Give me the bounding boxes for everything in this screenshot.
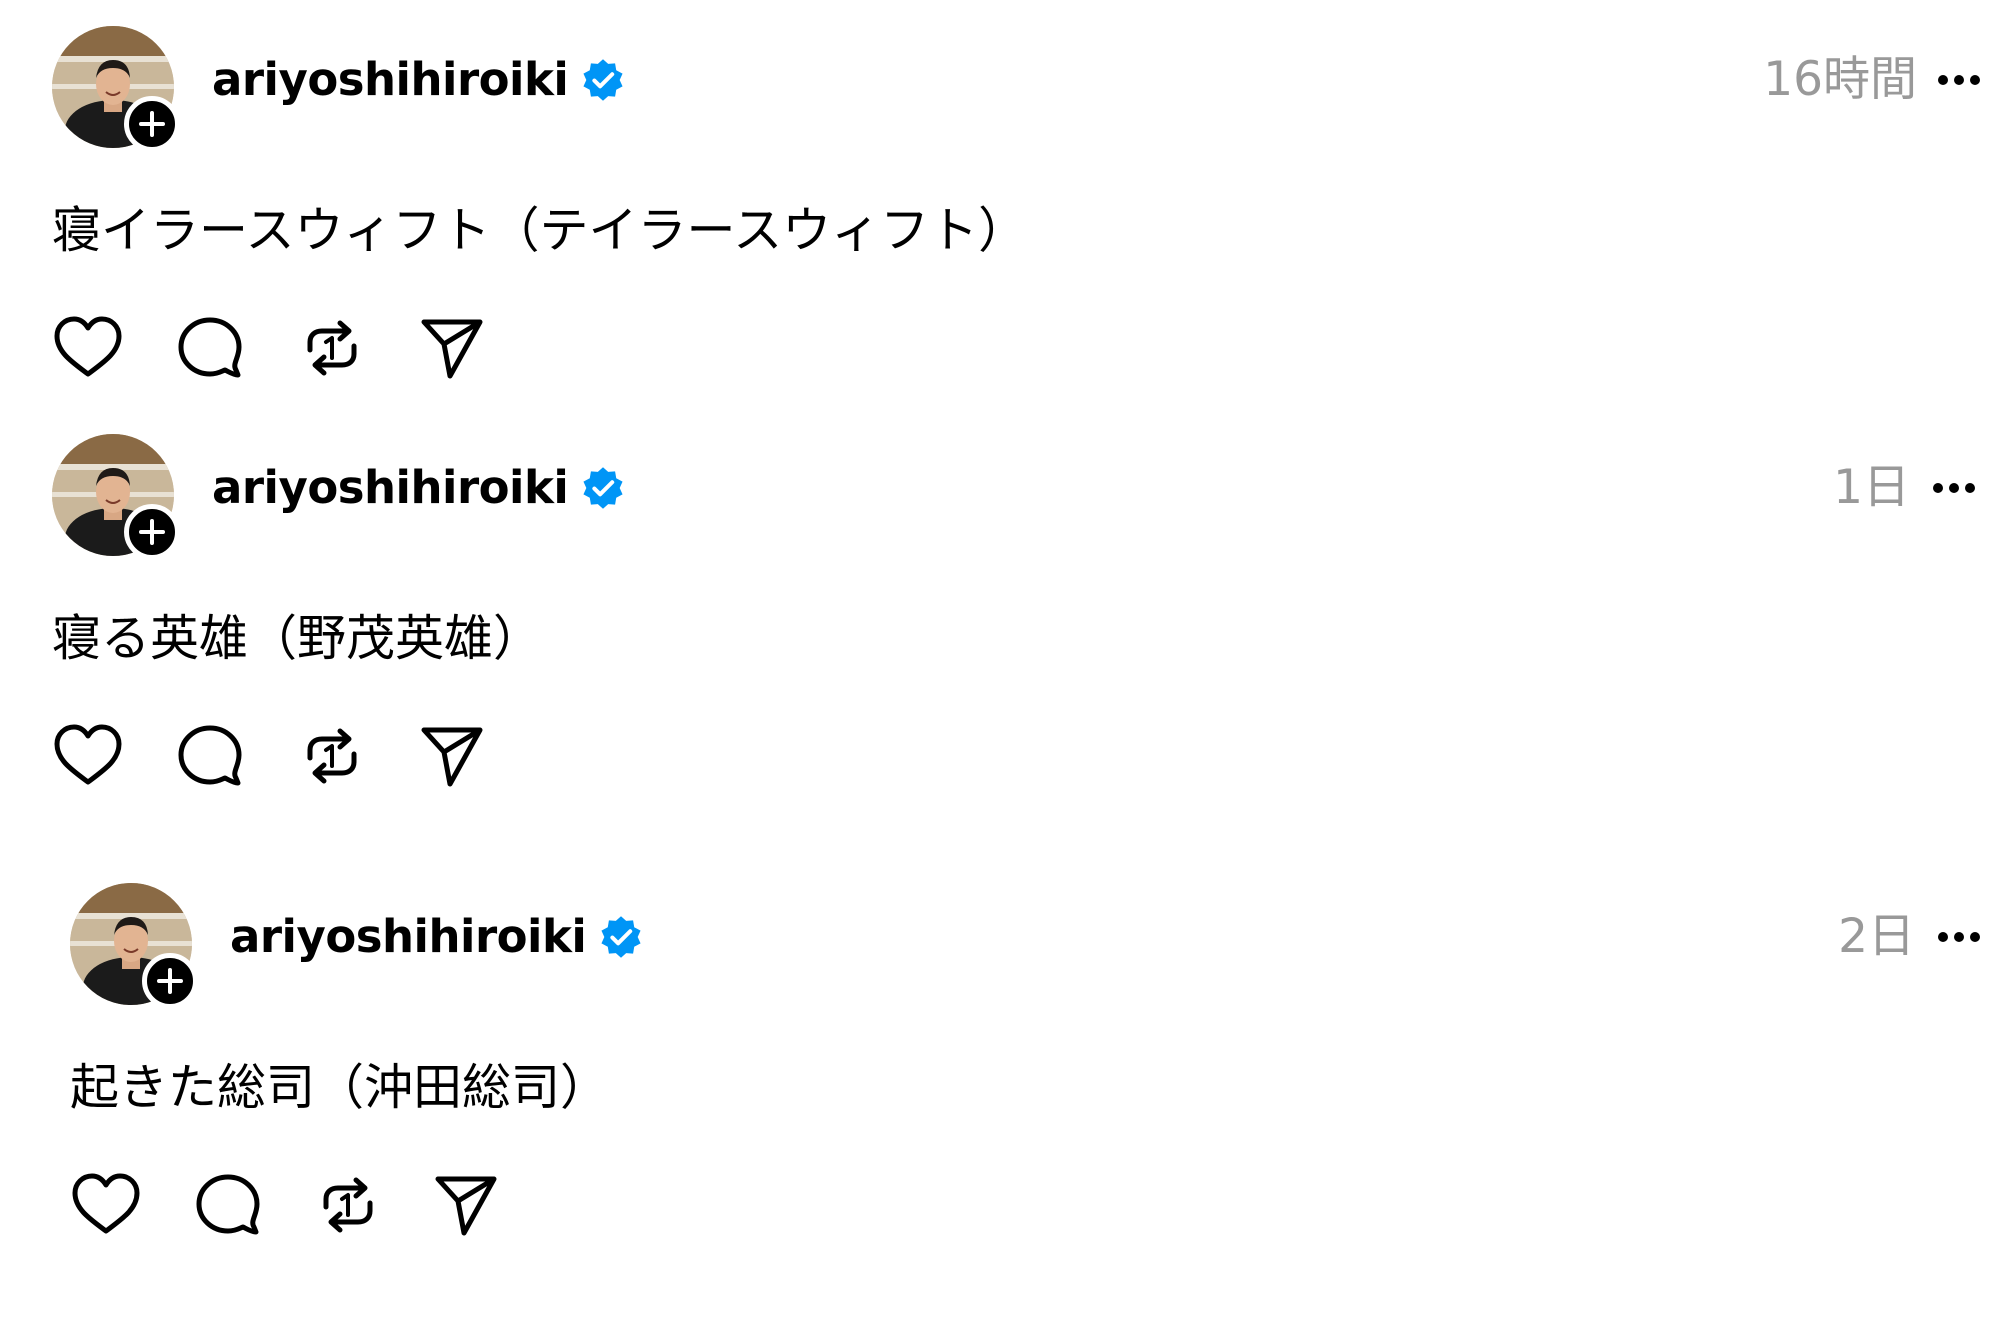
repost-icon (307, 320, 357, 376)
reply-button[interactable] (188, 1165, 268, 1245)
heart-icon (54, 316, 122, 377)
share-button[interactable] (412, 308, 492, 388)
reply-button[interactable] (170, 716, 250, 796)
send-icon (435, 1176, 497, 1236)
follow-button[interactable] (142, 953, 198, 1009)
comment-bubble-icon (178, 725, 242, 786)
share-button[interactable] (426, 1165, 506, 1245)
action-bar (52, 716, 552, 796)
timestamp: 1日 (1833, 460, 1910, 515)
like-button[interactable] (48, 716, 128, 796)
plus-icon (139, 111, 165, 137)
repost-button[interactable] (308, 1165, 388, 1245)
plus-icon (157, 968, 183, 994)
follow-button[interactable] (124, 96, 180, 152)
more-options-icon[interactable] (1929, 478, 1979, 498)
action-bar (70, 1165, 570, 1245)
post-text: 寝る英雄（野茂英雄） (52, 610, 543, 667)
follow-button[interactable] (124, 504, 180, 560)
username[interactable]: ariyoshihiroiki (212, 458, 569, 518)
more-options-icon[interactable] (1934, 927, 1984, 947)
verified-badge-icon (583, 59, 623, 101)
post-text: 起きた総司（沖田総司） (70, 1059, 610, 1116)
comment-bubble-icon (178, 317, 242, 378)
username[interactable]: ariyoshihiroiki (212, 50, 569, 110)
heart-icon (72, 1173, 140, 1234)
send-icon (421, 319, 483, 379)
comment-bubble-icon (196, 1174, 260, 1235)
timestamp: 16時間 (1763, 52, 1917, 107)
verified-badge-icon (583, 467, 623, 509)
verified-badge-icon (601, 916, 641, 958)
like-button[interactable] (48, 308, 128, 388)
plus-icon (139, 519, 165, 545)
action-bar (52, 308, 552, 388)
repost-button[interactable] (292, 716, 372, 796)
repost-icon (307, 728, 357, 784)
more-options-icon[interactable] (1934, 70, 1984, 90)
reply-button[interactable] (170, 308, 250, 388)
repost-icon (323, 1177, 373, 1233)
like-button[interactable] (66, 1165, 146, 1245)
post-text: 寝イラースウィフト（テイラースウィフト） (52, 202, 1028, 259)
send-icon (421, 727, 483, 787)
timestamp: 2日 (1838, 909, 1915, 964)
share-button[interactable] (412, 716, 492, 796)
repost-button[interactable] (292, 308, 372, 388)
heart-icon (54, 724, 122, 785)
username[interactable]: ariyoshihiroiki (230, 907, 587, 967)
